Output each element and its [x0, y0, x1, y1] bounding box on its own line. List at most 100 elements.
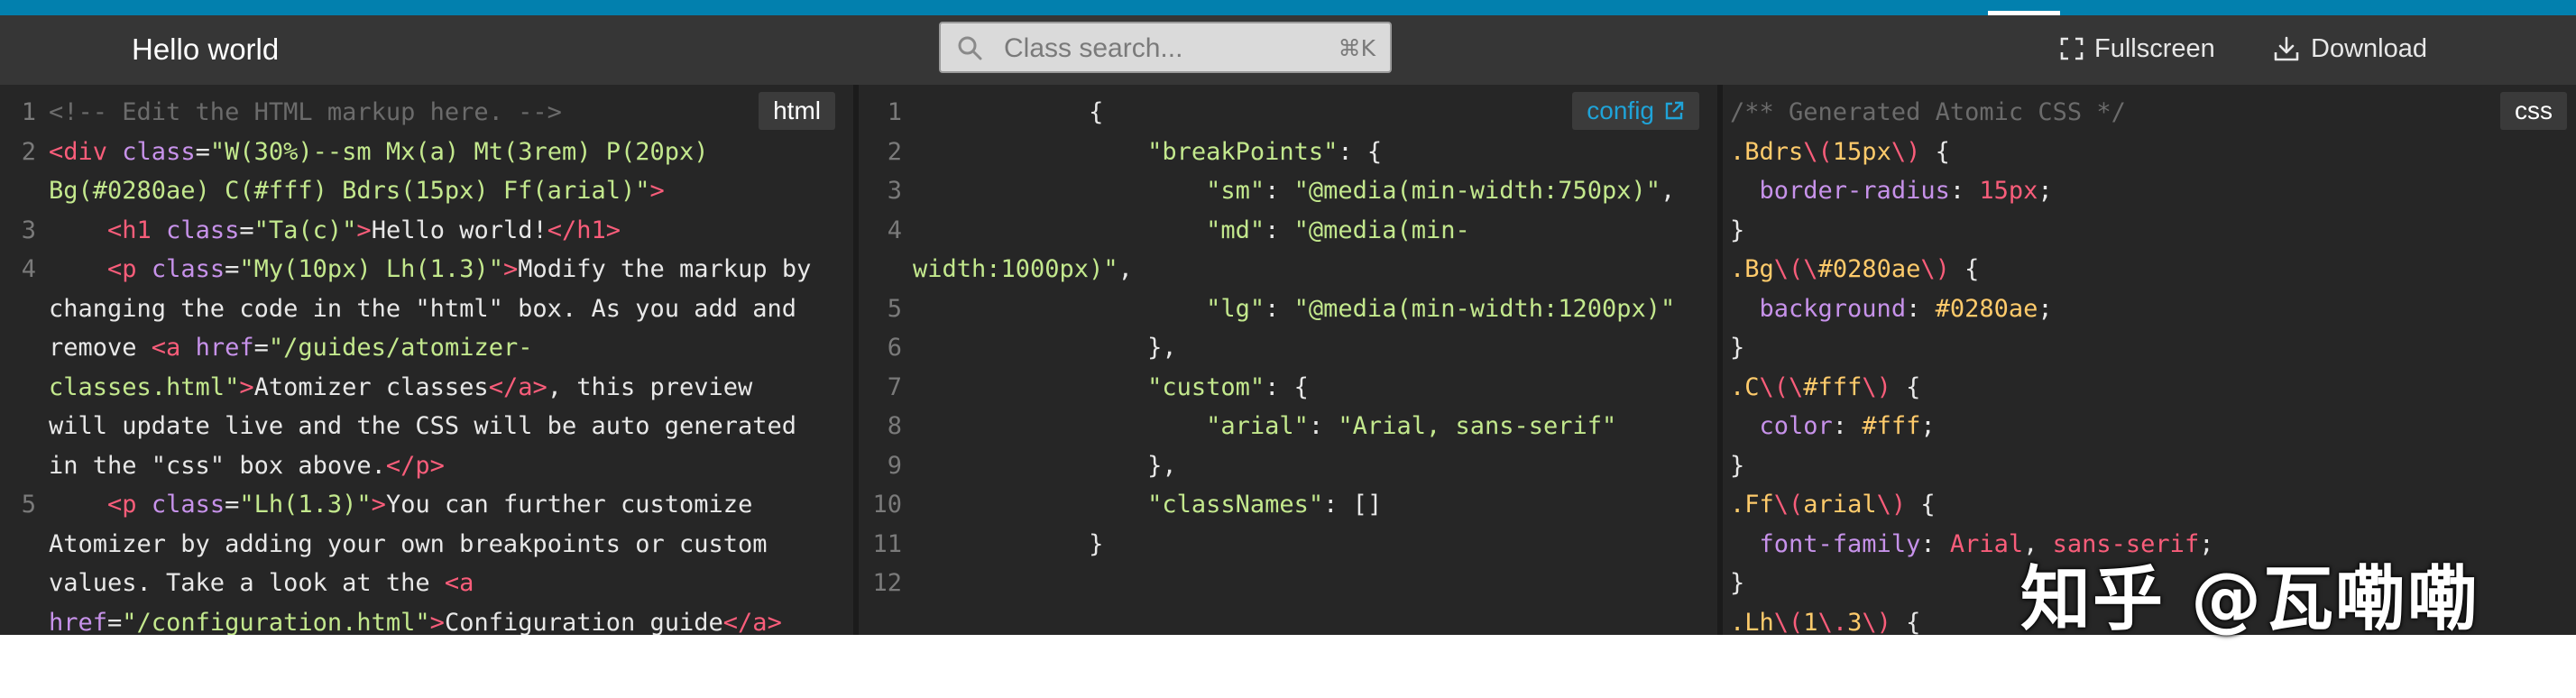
code-token: "W(30%)--sm Mx(a) Mt(3rem) P(20px) [209, 137, 709, 166]
config-editor[interactable]: 1234 5 6 7 8 9 10 11 12 { "breakPoints": { "sm"… [859, 85, 1717, 635]
code-token: > [356, 216, 372, 244]
code-token: 15px [1979, 177, 2038, 205]
code-token: ; [2038, 177, 2053, 205]
line-number: 1 [887, 98, 902, 126]
code-token: class [151, 255, 225, 283]
line-number: 7 [887, 372, 902, 401]
config-code[interactable]: { "breakPoints": { "sm": "@media(min-wid… [913, 93, 1675, 603]
line-number: 2 [887, 137, 902, 166]
code-token: Hello world! [371, 216, 547, 244]
line-number [0, 171, 36, 211]
download-label: Download [2311, 33, 2427, 63]
code-token: "/guides/atomizer- [268, 334, 533, 362]
code-token: </h1> [547, 216, 621, 244]
line-number [859, 250, 902, 289]
code-token: Atomizer classes [253, 372, 489, 401]
code-token: } [1730, 216, 1745, 244]
code-token: { [913, 98, 1104, 126]
code-token: in the "css" box above. [49, 451, 386, 480]
html-code[interactable]: <!-- Edit the HTML markup here. --> <div … [49, 93, 811, 635]
code-token: \( [1773, 255, 1804, 283]
code-line: .Bdrs\(15px\) { [1730, 133, 2213, 172]
code-line: "classNames": [] [913, 485, 1675, 525]
line-number [0, 368, 36, 408]
code-line: /** Generated Atomic CSS */ [1730, 93, 2213, 133]
code-line: <!-- Edit the HTML markup here. --> [49, 93, 811, 133]
code-token: arial [1803, 491, 1877, 519]
code-line: .C\(\#fff\) { [1730, 368, 2213, 408]
code-token: remove [49, 334, 152, 362]
line-number: 8 [887, 412, 902, 440]
code-token: > [239, 372, 254, 401]
code-token: class [151, 491, 225, 519]
class-search[interactable]: ⌘K [939, 22, 1392, 73]
code-token: "classNames" [1147, 491, 1324, 519]
code-token: <a [444, 569, 474, 597]
code-token: = [225, 491, 240, 519]
code-token: #fff [1862, 412, 1921, 440]
code-line: } [1730, 446, 2213, 486]
line-number: 2 [21, 137, 36, 166]
code-token: <p [107, 255, 137, 283]
code-token: \ [1789, 372, 1804, 401]
code-token: .Bdrs [1730, 137, 1804, 166]
search-input[interactable] [1002, 31, 1303, 67]
code-token: \) [1891, 137, 1921, 166]
code-token: , [1661, 177, 1676, 205]
code-token: }, [913, 334, 1177, 362]
config-link[interactable]: config [1572, 92, 1699, 130]
fullscreen-label: Fullscreen [2094, 33, 2215, 63]
download-icon [2274, 36, 2299, 61]
code-token: </p> [385, 451, 445, 480]
code-token: "md" [1206, 216, 1265, 244]
code-token: : { [1265, 372, 1309, 401]
code-token: "@media(min- [1293, 216, 1470, 244]
line-number [0, 407, 36, 446]
code-token: > [429, 608, 445, 636]
code-token: : [1832, 412, 1863, 440]
code-token: { [1906, 491, 1936, 519]
code-token: Bg(#0280ae) C(#fff) Bdrs(15px) Ff(arial)… [49, 177, 650, 205]
fullscreen-button[interactable]: Fullscreen [2060, 29, 2215, 69]
code-token: Atomizer by adding your own breakpoints … [49, 529, 768, 558]
code-line: "arial": "Arial, sans-serif" [913, 407, 1675, 446]
code-token: #fff [1803, 372, 1863, 401]
code-line: remove <a href="/guides/atomizer- [49, 328, 811, 368]
code-token: : [1920, 529, 1950, 558]
download-button[interactable]: Download [2273, 29, 2427, 69]
search-shortcut: ⌘K [1338, 35, 1375, 61]
code-token: \( [1803, 137, 1833, 166]
code-token: : [1265, 177, 1294, 205]
code-token: "@media(min-width:750px)" [1293, 177, 1661, 205]
code-token: } [1730, 569, 1745, 597]
code-token: Configuration guide [444, 608, 723, 636]
code-token: : [1265, 216, 1294, 244]
code-token: , this preview [547, 372, 753, 401]
css-pane-badge: css [2500, 92, 2567, 130]
code-token: : [1906, 294, 1936, 323]
code-line: "md": "@media(min- [913, 211, 1675, 251]
code-token: \ [1803, 255, 1818, 283]
code-line: color: #fff; [1730, 407, 2213, 446]
code-token: \( [1773, 608, 1804, 636]
code-line: "breakPoints": { [913, 133, 1675, 172]
code-token: .C [1730, 372, 1760, 401]
code-token: } [1730, 334, 1745, 362]
html-editor[interactable]: 1 2 3 4 5 <!-- Edit the HTML markup here. … [0, 85, 853, 635]
code-token: = [253, 334, 269, 362]
code-token: Arial [1949, 529, 2024, 558]
code-line: href="/configuration.html">Configuration… [49, 603, 811, 636]
fullscreen-icon [2060, 37, 2084, 60]
code-token: #0280ae [1817, 255, 1921, 283]
code-token: ; [2038, 294, 2053, 323]
code-line: background: #0280ae; [1730, 289, 2213, 329]
